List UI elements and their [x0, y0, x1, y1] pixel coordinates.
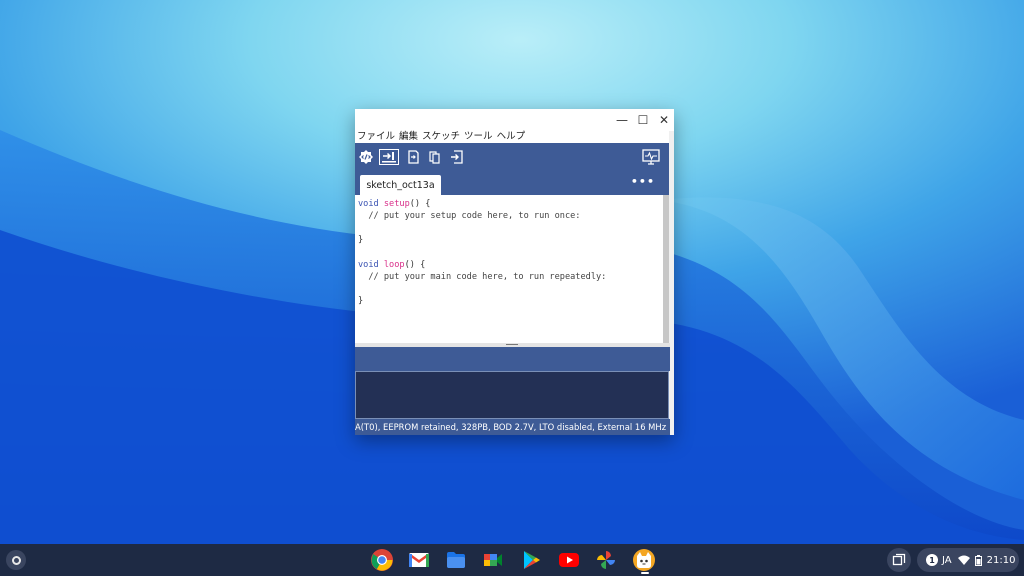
open-sketch-icon[interactable]	[427, 149, 443, 165]
wifi-icon	[957, 555, 970, 565]
code-line: void setup() {	[358, 199, 431, 209]
meet-app[interactable]	[481, 548, 505, 572]
launcher-button[interactable]	[6, 550, 26, 570]
status-tray[interactable]: 1 JA 21:10	[917, 548, 1019, 572]
menu-tools[interactable]: ツール	[462, 131, 495, 143]
chrome-icon	[371, 549, 393, 571]
code-editor[interactable]: void setup() { // put your setup code he…	[355, 195, 663, 343]
menu-sketch[interactable]: スケッチ	[420, 131, 462, 143]
files-app[interactable]	[444, 548, 468, 572]
console-header	[355, 347, 670, 371]
minimize-button[interactable]: —	[614, 112, 630, 128]
shelf: 1 JA 21:10	[0, 544, 1024, 576]
code-line: // put your main code here, to run repea…	[358, 272, 607, 282]
arduino-ide-window: — ☐ ✕ ファイル 編集 スケッチ ツール ヘルプ sketch_oct13a…	[355, 109, 674, 435]
ime-indicator: JA	[942, 554, 952, 566]
code-line: }	[358, 235, 364, 245]
upload-icon[interactable]	[379, 149, 399, 165]
photos-pinwheel-icon	[597, 551, 615, 569]
active-app-indicator	[641, 572, 649, 574]
divider-handle[interactable]	[506, 344, 518, 345]
meet-icon	[484, 554, 502, 566]
toolbar	[355, 143, 670, 173]
play-store-icon	[524, 551, 540, 569]
status-bar: A(T0), EEPROM retained, 328PB, BOD 2.7V,…	[355, 419, 670, 435]
tab-sketch[interactable]: sketch_oct13a	[360, 175, 441, 195]
code-line: }	[358, 296, 364, 306]
menu-bar: ファイル 編集 スケッチ ツール ヘルプ	[355, 131, 674, 143]
photos-app[interactable]	[594, 548, 618, 572]
battery-icon	[974, 554, 982, 566]
close-button[interactable]: ✕	[656, 112, 672, 128]
arduino-icon	[633, 549, 655, 571]
overview-icon	[892, 553, 906, 566]
menu-edit[interactable]: 編集	[397, 131, 420, 143]
youtube-app[interactable]	[557, 548, 581, 572]
menu-file[interactable]: ファイル	[355, 131, 397, 143]
files-folder-icon	[447, 552, 465, 568]
serial-monitor-icon[interactable]	[642, 149, 660, 165]
code-line: void loop() {	[358, 260, 426, 270]
menu-help[interactable]: ヘルプ	[495, 131, 528, 143]
code-line: // put your setup code here, to run once…	[358, 211, 581, 221]
notification-count-badge: 1	[926, 554, 938, 566]
console-output[interactable]	[355, 371, 669, 419]
gmail-icon	[409, 553, 429, 567]
save-sketch-icon[interactable]	[449, 149, 465, 165]
tab-bar: sketch_oct13a •••	[355, 173, 670, 195]
play-store-app[interactable]	[519, 548, 543, 572]
tab-menu-button[interactable]: •••	[631, 175, 655, 188]
window-scrollbar[interactable]	[669, 131, 674, 435]
maximize-button[interactable]: ☐	[635, 112, 651, 128]
overview-button[interactable]	[887, 548, 911, 572]
new-sketch-icon[interactable]	[405, 149, 421, 165]
gmail-app[interactable]	[407, 548, 431, 572]
chrome-app[interactable]	[370, 548, 394, 572]
clock: 21:10	[986, 554, 1016, 566]
launcher-icon	[11, 555, 21, 565]
arduino-app[interactable]	[632, 548, 656, 572]
youtube-icon	[559, 553, 579, 567]
verify-icon[interactable]	[358, 149, 374, 165]
title-bar[interactable]: — ☐ ✕	[355, 109, 674, 131]
